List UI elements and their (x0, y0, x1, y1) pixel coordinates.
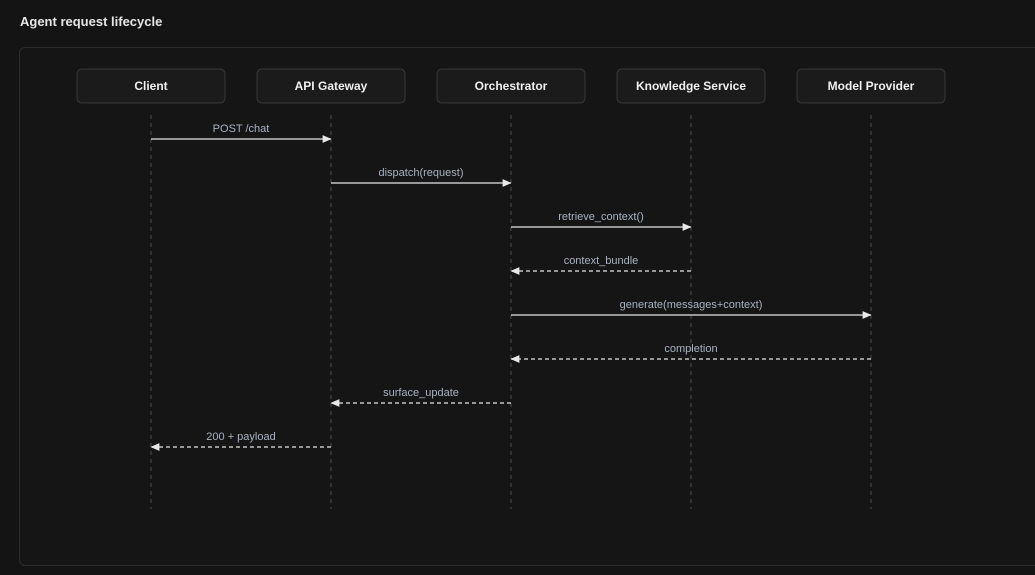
message-label: POST /chat (213, 123, 270, 135)
diagram-card: Agent request lifecycle Client API Gatewa… (0, 0, 1035, 575)
actor-gateway: API Gateway (256, 68, 406, 509)
actor-knowledge: Knowledge Service (616, 68, 766, 509)
message-label: completion (664, 343, 717, 355)
message-label: context_bundle (564, 255, 639, 267)
message-8: 200 + payload (150, 431, 331, 451)
actor-label-gateway: API Gateway (295, 79, 368, 93)
message-label: 200 + payload (206, 431, 275, 443)
message-7: surface_update (330, 387, 511, 407)
message-label: retrieve_context() (558, 211, 644, 223)
actor-orchestrator: Orchestrator (436, 68, 586, 509)
actor-label-client: Client (134, 79, 167, 93)
actor-client: Client (76, 68, 226, 509)
message-label: dispatch(request) (379, 167, 464, 179)
message-5: generate(messages+context) (511, 299, 872, 319)
message-label: surface_update (383, 387, 459, 399)
sequence-diagram: Client API Gateway Orchestrator Knowledge S… (76, 68, 946, 509)
message-4: context_bundle (510, 255, 691, 275)
actor-label-model: Model Provider (828, 79, 915, 93)
actor-label-orchestrator: Orchestrator (475, 79, 548, 93)
actor-model: Model Provider (796, 68, 946, 509)
message-1: POST /chat (151, 123, 332, 143)
message-label: generate(messages+context) (620, 299, 763, 311)
message-3: retrieve_context() (511, 211, 692, 231)
actor-label-knowledge: Knowledge Service (636, 79, 746, 93)
message-2: dispatch(request) (331, 167, 512, 187)
